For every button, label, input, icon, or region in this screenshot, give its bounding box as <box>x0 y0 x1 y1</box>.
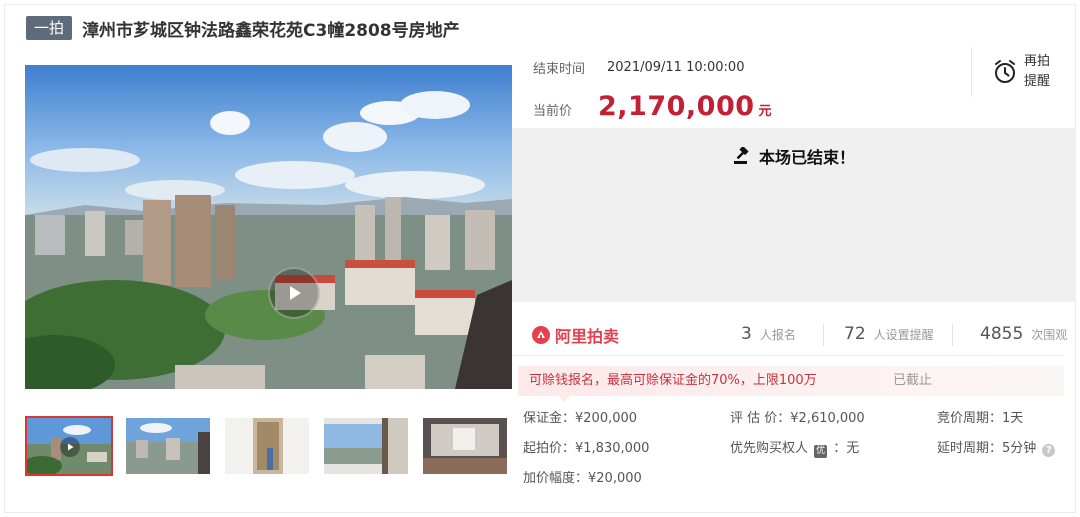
reminders-count: 72 <box>844 324 866 344</box>
stats-divider <box>823 324 824 346</box>
current-price-value: 2,170,000 <box>598 91 755 122</box>
thumbnail-window-view-image <box>324 418 408 474</box>
thumbnail-image-2[interactable] <box>124 416 212 476</box>
bid-cycle: 竞价周期：1天 <box>937 411 1024 426</box>
auction-round-badge: 一拍 <box>26 16 73 40</box>
priority-info-icon[interactable]: 优 <box>814 445 828 458</box>
cityscape-photo <box>25 65 512 389</box>
main-media-viewer[interactable] <box>25 65 512 389</box>
end-time-row: 结束时间 2021/09/11 10:00:00 <box>533 58 744 77</box>
end-time-value: 2021/09/11 10:00:00 <box>607 60 745 75</box>
thumbnail-room-image <box>423 418 507 474</box>
priority-purchaser-value: ：无 <box>833 441 860 456</box>
priority-purchaser: 优先购买权人 优 ：无 <box>730 437 859 458</box>
starting-price: 起拍价：¥1,830,000 <box>523 441 650 456</box>
credit-deposit-status: 已截止 <box>893 373 933 388</box>
reminders-label: 人设置提醒 <box>873 328 934 342</box>
currency-unit: 元 <box>758 104 772 119</box>
end-time-label: 结束时间 <box>533 62 586 77</box>
credit-deposit-text: 可赊钱报名，最高可赊保证金的70%，上限100万 <box>529 373 817 388</box>
help-icon[interactable]: ? <box>1042 444 1056 457</box>
play-icon <box>290 286 301 300</box>
thumbnail-play-icon <box>60 437 80 457</box>
deposit: 保证金：¥200,000 <box>523 411 638 426</box>
thumbnail-image-5[interactable] <box>421 416 509 476</box>
bid-increment: 加价幅度：¥20,000 <box>523 471 642 486</box>
gavel-icon <box>733 147 749 164</box>
auction-ended-text: 本场已结束！ <box>758 148 855 167</box>
views-stat: 4855 次围观 <box>980 324 1067 344</box>
stats-divider <box>952 324 953 346</box>
appraisal-price: 评 估 价：¥2,610,000 <box>730 411 865 426</box>
auction-ended-panel: 本场已结束！ <box>512 128 1076 302</box>
thumbnail-interior-image <box>225 418 309 474</box>
auction-ended-message: 本场已结束！ <box>512 144 1076 168</box>
stats-row: 阿里拍卖 3 人报名 72 人设置提醒 4855 次围观 <box>512 318 1076 352</box>
re-auction-remind-button[interactable]: 再拍 提醒 <box>971 47 1051 97</box>
stats-divider-line <box>512 355 1064 356</box>
signups-label: 人报名 <box>759 328 796 342</box>
current-price-label: 当前价 <box>533 104 573 119</box>
views-count: 4855 <box>980 324 1024 344</box>
reminders-stat: 72 人设置提醒 <box>844 324 934 344</box>
credit-deposit-notice[interactable]: 可赊钱报名，最高可赊保证金的70%，上限100万 已截止 <box>518 366 1064 402</box>
signups-stat: 3 人报名 <box>741 324 796 344</box>
delay-cycle-text: 延时周期：5分钟 <box>937 441 1037 456</box>
play-video-button[interactable] <box>268 267 320 319</box>
ali-auction-logo-icon <box>532 326 550 344</box>
remind-line-1: 再拍 <box>1024 54 1051 69</box>
logo-text: 阿里拍卖 <box>555 327 620 346</box>
listing-title: 漳州市芗城区钟法路鑫荣花苑C3幢2808号房地产 <box>82 20 460 41</box>
alarm-clock-icon <box>995 60 1015 83</box>
remind-line-2: 提醒 <box>1024 74 1051 89</box>
signups-count: 3 <box>741 324 752 344</box>
current-price-row: 当前价 2,170,000 元 <box>533 91 772 122</box>
priority-purchaser-label: 优先购买权人 <box>730 441 809 456</box>
thumbnail-city-image <box>126 418 210 474</box>
thumbnail-image-4[interactable] <box>322 416 410 476</box>
title-row: 一拍 漳州市芗城区钟法路鑫荣花苑C3幢2808号房地产 <box>26 16 460 41</box>
thumbnail-strip <box>25 416 520 476</box>
views-label: 次围观 <box>1031 328 1068 342</box>
thumbnail-image-3[interactable] <box>223 416 311 476</box>
remind-label: 再拍 提醒 <box>1024 52 1050 92</box>
thumbnail-video[interactable] <box>25 416 113 476</box>
ali-auction-logo[interactable]: 阿里拍卖 <box>531 323 619 347</box>
notice-pointer <box>558 396 570 402</box>
delay-cycle: 延时周期：5分钟? <box>937 437 1056 457</box>
